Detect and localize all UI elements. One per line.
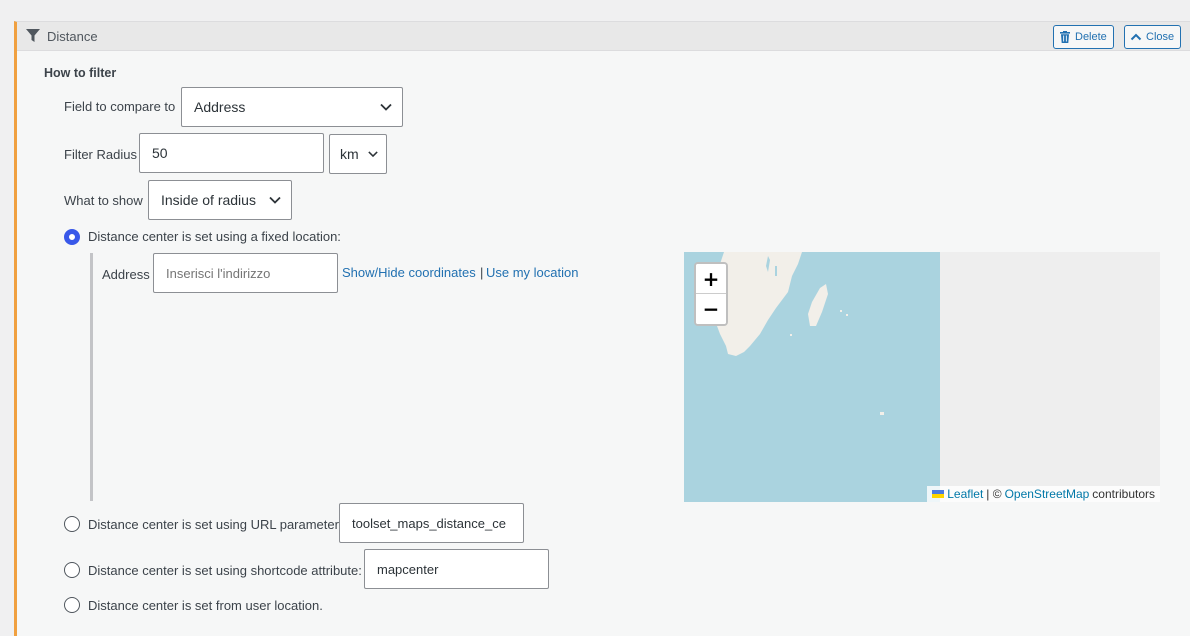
url-parameter-input[interactable]: toolset_maps_distance_ce — [339, 503, 524, 543]
option-fixed-label: Distance center is set using a fixed loc… — [88, 229, 341, 244]
radio-fixed-location[interactable] — [64, 229, 80, 245]
url-parameter-value: toolset_maps_distance_ce — [352, 515, 506, 531]
close-button[interactable]: Close — [1124, 25, 1182, 49]
address-input[interactable] — [153, 253, 338, 293]
section-title: How to filter — [44, 66, 117, 80]
option-user-label: Distance center is set from user locatio… — [88, 598, 323, 613]
radio-user-location[interactable] — [64, 597, 80, 613]
panel-title: Distance — [47, 29, 98, 44]
shortcode-attribute-input[interactable]: mapcenter — [364, 549, 549, 589]
map-tiles — [684, 252, 1160, 502]
radio-shortcode-attribute[interactable] — [64, 562, 80, 578]
option-shortcode-label: Distance center is set using shortcode a… — [88, 563, 362, 578]
what-show-select[interactable]: Inside of radius — [148, 180, 292, 220]
openstreetmap-link[interactable]: OpenStreetMap — [1005, 487, 1090, 501]
address-label: Address — [102, 267, 150, 282]
map-attribution: Leaflet | © OpenStreetMap contributors — [927, 486, 1160, 502]
radius-label: Filter Radius — [64, 147, 137, 162]
option-url-label: Distance center is set using URL paramet… — [88, 517, 343, 532]
delete-button[interactable]: Delete — [1053, 25, 1114, 49]
what-show-value: Inside of radius — [161, 192, 256, 208]
indent-bar — [90, 253, 93, 501]
map[interactable]: + − Leaflet | © OpenStreetMap contributo… — [684, 252, 1160, 502]
distance-filter-panel: Distance Delete Close How to filter Fiel… — [14, 21, 1190, 636]
field-compare-value: Address — [194, 99, 246, 115]
show-hide-coordinates-link[interactable]: Show/Hide coordinates — [342, 265, 476, 280]
use-my-location-link[interactable]: Use my location — [486, 265, 578, 280]
panel-header: Distance Delete Close — [17, 22, 1190, 51]
leaflet-link[interactable]: Leaflet — [947, 487, 983, 501]
filter-icon — [26, 29, 40, 42]
attribution-contributors: contributors — [1092, 487, 1155, 501]
field-compare-select[interactable]: Address — [181, 87, 403, 127]
what-show-label: What to show — [64, 193, 143, 208]
chevron-down-icon — [380, 103, 392, 111]
delete-label: Delete — [1075, 31, 1107, 43]
map-zoom-control: + − — [694, 262, 728, 326]
link-separator: | — [480, 265, 484, 280]
chevron-down-icon — [269, 196, 281, 204]
radius-unit-value: km — [340, 146, 359, 162]
shortcode-attribute-value: mapcenter — [377, 561, 439, 577]
attribution-separator: | © — [986, 487, 1002, 501]
zoom-out-button[interactable]: − — [696, 294, 726, 324]
chevron-up-icon — [1130, 33, 1142, 41]
radius-input[interactable]: 50 — [139, 133, 324, 173]
zoom-in-button[interactable]: + — [696, 264, 726, 294]
field-compare-label: Field to compare to — [64, 99, 176, 114]
chevron-down-icon — [368, 151, 378, 158]
close-label: Close — [1146, 31, 1175, 43]
trash-icon — [1060, 31, 1070, 43]
radius-value: 50 — [152, 145, 168, 161]
radius-unit-select[interactable]: km — [329, 134, 387, 174]
radio-url-parameter[interactable] — [64, 516, 80, 532]
ukraine-flag-icon — [932, 490, 945, 498]
